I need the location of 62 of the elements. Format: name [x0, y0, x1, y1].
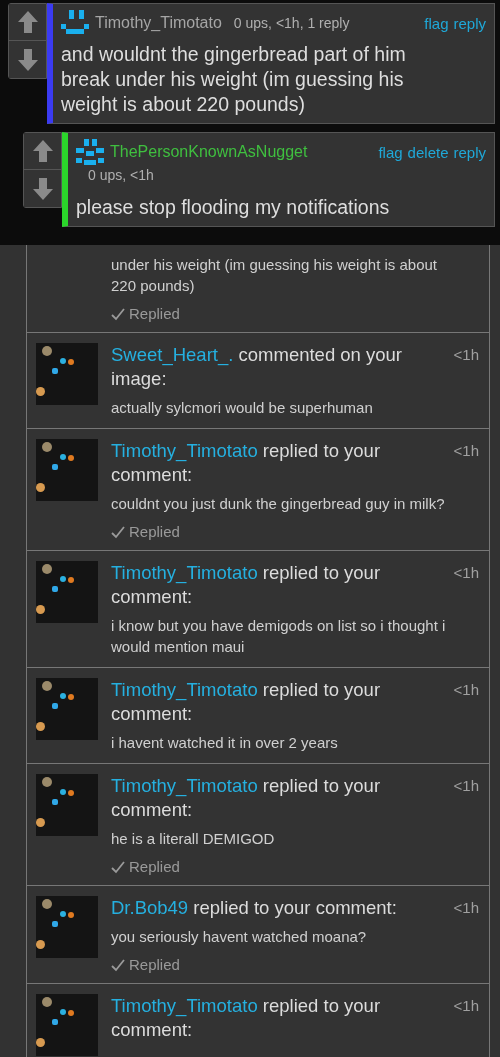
user-link[interactable]: Timothy_Timotato	[111, 440, 258, 461]
notification-title: Timothy_Timotato replied to your comment:	[111, 439, 382, 487]
checkmark-icon	[111, 957, 125, 972]
notification-message: actually sylcmori would be superhuman	[111, 398, 374, 418]
thumbnail-image[interactable]	[36, 678, 98, 740]
notification-message: under his weight (im guessing his weight is about 220 pounds)	[111, 255, 438, 296]
thumbnail-image[interactable]	[36, 896, 98, 958]
checkmark-icon	[111, 859, 125, 874]
user-link[interactable]: Dr.Bob49	[111, 897, 189, 918]
arrow-down-icon	[16, 47, 39, 72]
timestamp: <1h	[453, 346, 479, 363]
thumbnail-image[interactable]	[36, 994, 98, 1056]
notification-message: he is a literall DEMIGOD	[111, 829, 276, 849]
thumbnail-image[interactable]	[36, 439, 98, 501]
comment-meta: 0 ups, <1h, 1 reply	[233, 15, 350, 31]
username[interactable]: ThePersonKnownAsNugget	[110, 143, 308, 161]
upvote-button[interactable]	[24, 133, 61, 170]
arrow-down-icon	[31, 176, 54, 201]
user-link[interactable]: Timothy_Timotato	[111, 562, 258, 583]
notification-message: couldnt you just dunk the gingerbread guy in milk?	[111, 494, 446, 514]
comment-action-link[interactable]: reply	[453, 14, 486, 32]
username[interactable]: Timothy_Timotato	[95, 14, 222, 32]
replied-status: Replied	[129, 305, 180, 322]
comment-action-link[interactable]: reply	[453, 143, 486, 161]
comment-meta: 0 ups, <1h	[88, 167, 155, 183]
thumbnail-image[interactable]	[36, 343, 98, 405]
user-link[interactable]: Sweet_Heart_.	[111, 344, 234, 365]
upvote-button[interactable]	[9, 4, 46, 41]
smiley-avatar-icon	[76, 139, 104, 165]
notification-title: Timothy_Timotato replied to your comment:	[111, 561, 382, 609]
notification-message: i know but you have demigods on list so i thought i would mention maui	[111, 616, 447, 657]
arrow-up-icon	[16, 10, 39, 34]
user-link[interactable]: Timothy_Timotato	[111, 679, 258, 700]
replied-status: Replied	[129, 523, 180, 540]
timestamp: <1h	[453, 564, 479, 581]
notification-title: Dr.Bob49 replied to your comment:	[111, 896, 398, 920]
notification-message: you seriously havent watched moana?	[111, 927, 368, 947]
user-link[interactable]: Timothy_Timotato	[111, 995, 258, 1016]
comment-action-link[interactable]: flag	[378, 143, 403, 161]
thumbnail-image[interactable]	[36, 774, 98, 836]
checkmark-icon	[111, 306, 125, 321]
notification-title: Timothy_Timotato replied to your comment:	[111, 774, 382, 822]
comment-action-link[interactable]: delete	[407, 143, 449, 161]
thumbnail-image[interactable]	[36, 561, 98, 623]
comment-text: and wouldnt the gingerbread part of him break under his weight (im guessing his weight is about 220 pounds)	[61, 42, 407, 117]
notification-title: Timothy_Timotato replied to your comment:	[111, 678, 382, 726]
replied-status: Replied	[129, 858, 180, 875]
notification-title: Sweet_Heart_. commented on your image:	[111, 343, 404, 391]
comment-text: please stop flooding my notifications	[76, 195, 391, 220]
timestamp: <1h	[453, 681, 479, 698]
user-link[interactable]: Timothy_Timotato	[111, 775, 258, 796]
arrow-up-icon	[31, 139, 54, 163]
checkmark-icon	[111, 524, 125, 539]
replied-status: Replied	[129, 956, 180, 973]
notification-title: Timothy_Timotato replied to your comment:	[111, 994, 382, 1042]
timestamp: <1h	[453, 899, 479, 916]
smiley-avatar-icon	[61, 10, 89, 36]
timestamp: <1h	[453, 997, 479, 1014]
timestamp: <1h	[453, 777, 479, 794]
comment-action-link[interactable]: flag	[424, 14, 449, 32]
notification-message: i havent watched it in over 2 years	[111, 733, 339, 753]
timestamp: <1h	[453, 442, 479, 459]
